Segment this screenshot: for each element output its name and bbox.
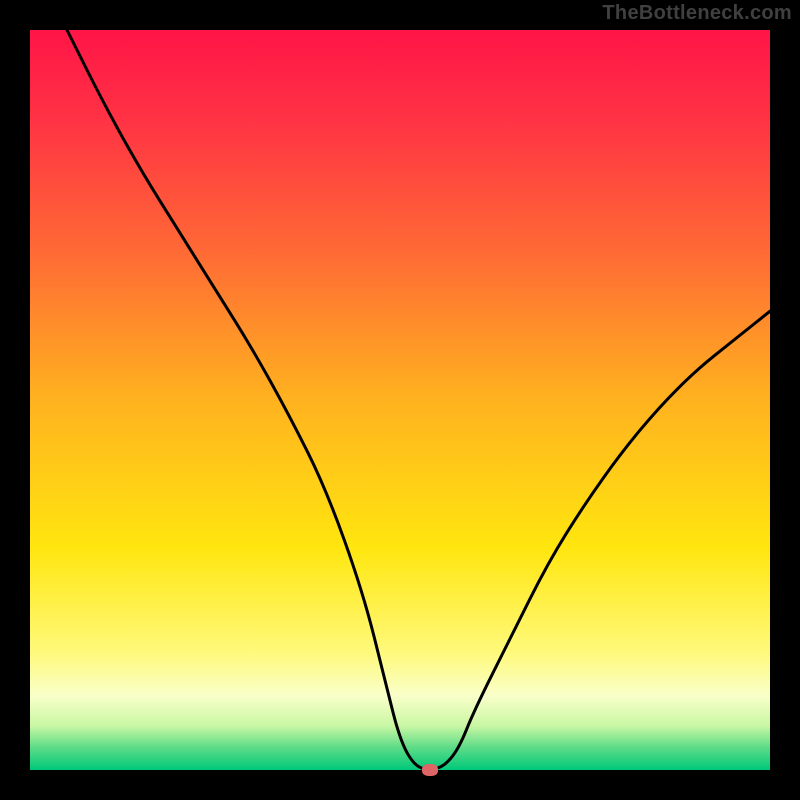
watermark-text: TheBottleneck.com [602, 2, 792, 25]
chart-container: TheBottleneck.com [0, 0, 800, 800]
plot-area [30, 30, 770, 770]
gradient-background [30, 30, 770, 770]
optimal-point-marker [422, 764, 438, 776]
chart-svg [30, 30, 770, 770]
